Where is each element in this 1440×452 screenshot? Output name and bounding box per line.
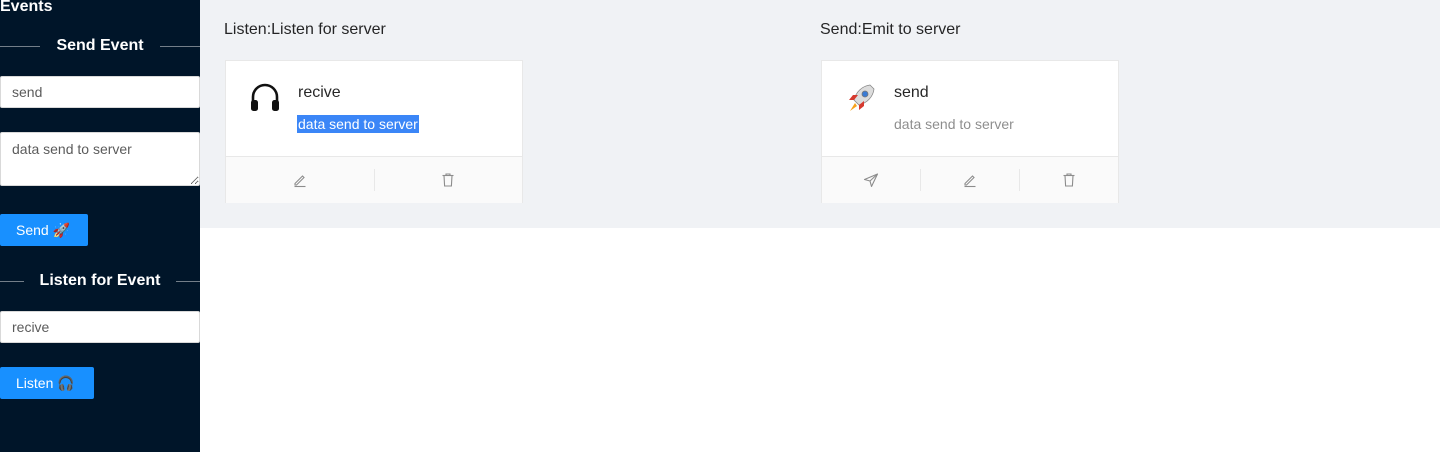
sidebar-title: Events [0,0,53,15]
main-content: Listen:Listen for server recive data sen… [200,0,1440,228]
divider-line [0,280,24,282]
listen-button-label: Listen [16,375,54,391]
send-event-name-input[interactable] [0,76,200,108]
send-event-divider: Send Event [0,35,201,57]
delete-icon[interactable] [375,169,523,191]
listen-button[interactable]: Listen 🎧 [0,367,94,399]
headphones-icon: 🎧 [57,374,75,391]
headphones-icon [248,81,282,115]
send-card-actions [822,156,1118,203]
delete-icon[interactable] [1020,169,1118,191]
sidebar: Events Send Event data send to server Se… [0,0,201,452]
listen-card: recive data send to server [225,60,523,203]
app-root: Events Send Event data send to server Se… [0,0,1440,452]
card-body: send data send to server [822,61,1118,156]
card-body: recive data send to server [226,61,522,156]
send-card: send data send to server [821,60,1119,203]
edit-icon[interactable] [921,169,1020,191]
send-card-title: send [894,84,929,101]
divider-line [0,45,41,47]
listen-card-title: recive [298,84,341,101]
rocket-icon: 🚀 [52,221,71,238]
divider-line [176,280,200,282]
listen-event-name-input[interactable] [0,311,200,343]
rocket-icon [844,81,878,115]
listen-card-actions [226,156,522,203]
send-payload-textarea[interactable]: data send to server [0,132,200,186]
send-card-description: data send to server [894,116,1014,132]
listen-column-title: Listen:Listen for server [224,21,386,38]
edit-icon[interactable] [226,169,375,191]
listen-card-description: data send to server [297,115,419,133]
listen-event-heading: Listen for Event [39,272,161,289]
divider-line [159,45,201,47]
send-icon[interactable] [822,169,921,191]
send-event-heading: Send Event [56,37,144,54]
send-button-label: Send [16,222,49,238]
send-button[interactable]: Send 🚀 [0,214,88,246]
listen-event-divider: Listen for Event [0,270,200,292]
send-column-title: Send:Emit to server [820,21,961,38]
